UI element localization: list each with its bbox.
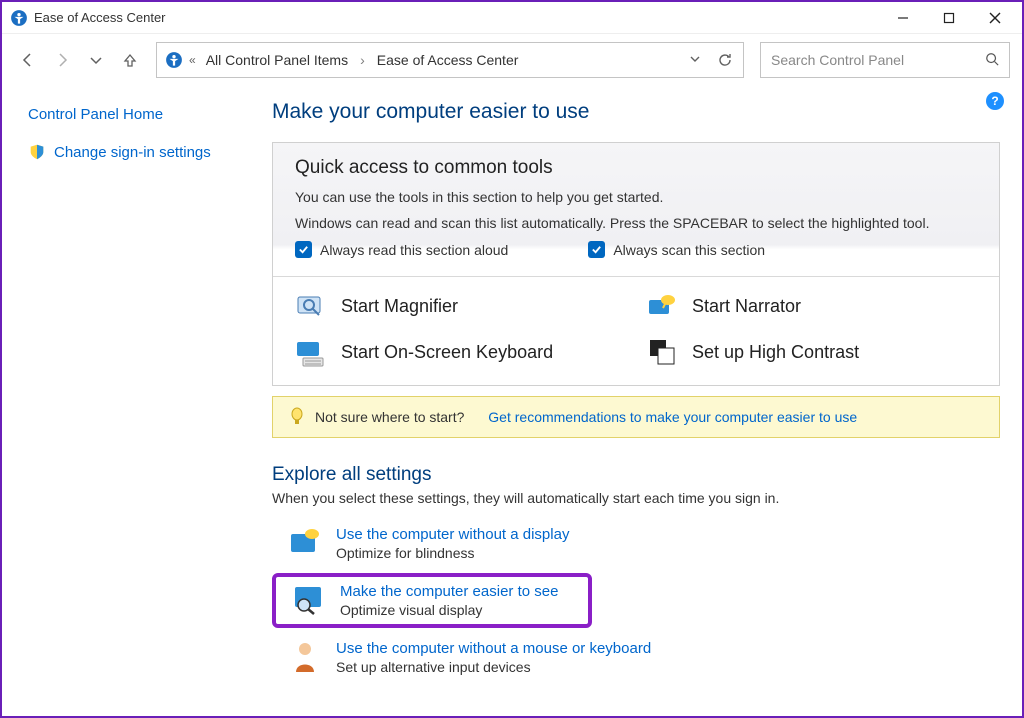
breadcrumb-overflow[interactable]: «: [189, 53, 196, 67]
setting-item-no-display[interactable]: Use the computer without a display Optim…: [272, 520, 1000, 567]
search-placeholder: Search Control Panel: [771, 52, 985, 68]
shield-icon: [28, 143, 46, 161]
setting-desc: Set up alternative input devices: [336, 659, 651, 675]
up-button[interactable]: [116, 46, 144, 74]
minimize-button[interactable]: [880, 3, 926, 33]
magnifier-icon: [295, 291, 327, 321]
setting-item-no-mouse-keyboard[interactable]: Use the computer without a mouse or keyb…: [272, 634, 1000, 681]
checkbox-scan-section-label: Always scan this section: [613, 242, 765, 258]
address-bar[interactable]: « All Control Panel Items › Ease of Acce…: [156, 42, 744, 78]
checkbox-read-aloud-label: Always read this section aloud: [320, 242, 508, 258]
monitor-magnifier-icon: [292, 583, 326, 615]
monitor-speech-icon: [288, 526, 322, 558]
setting-item-easier-to-see[interactable]: Make the computer easier to see Optimize…: [272, 573, 592, 628]
setting-link[interactable]: Make the computer easier to see: [340, 583, 558, 600]
tip-prompt: Not sure where to start?: [315, 409, 464, 425]
checkbox-read-aloud[interactable]: Always read this section aloud: [295, 241, 508, 258]
maximize-button[interactable]: [926, 3, 972, 33]
forward-button[interactable]: [48, 46, 76, 74]
search-input[interactable]: Search Control Panel: [760, 42, 1010, 78]
location-icon: [165, 51, 183, 69]
tool-narrator-label: Start Narrator: [692, 296, 801, 317]
setting-desc: Optimize for blindness: [336, 545, 569, 561]
breadcrumb-item-current[interactable]: Ease of Access Center: [373, 50, 523, 70]
tool-high-contrast-label: Set up High Contrast: [692, 342, 859, 363]
quick-access-desc1: You can use the tools in this section to…: [295, 189, 977, 205]
tool-magnifier-label: Start Magnifier: [341, 296, 458, 317]
breadcrumb-separator: ›: [360, 52, 365, 68]
keyboard-icon: [295, 337, 327, 367]
search-icon: [985, 52, 999, 69]
explore-heading: Explore all settings: [272, 464, 1000, 486]
address-dropdown[interactable]: [689, 52, 701, 68]
narrator-icon: [646, 291, 678, 321]
high-contrast-icon: [646, 337, 678, 367]
page-heading: Make your computer easier to use: [272, 100, 1000, 124]
person-icon: [288, 640, 322, 672]
checkbox-scan-section[interactable]: Always scan this section: [588, 241, 765, 258]
explore-subheading: When you select these settings, they wil…: [272, 490, 1000, 506]
tool-narrator[interactable]: Start Narrator: [646, 291, 977, 321]
quick-access-desc2: Windows can read and scan this list auto…: [295, 215, 977, 231]
close-button[interactable]: [972, 3, 1018, 33]
recent-dropdown[interactable]: [82, 46, 110, 74]
tool-magnifier[interactable]: Start Magnifier: [295, 291, 626, 321]
setting-link[interactable]: Use the computer without a mouse or keyb…: [336, 640, 651, 657]
help-button[interactable]: ?: [986, 92, 1004, 110]
refresh-button[interactable]: [715, 50, 735, 70]
main-content: ? Make your computer easier to use Quick…: [272, 86, 1022, 716]
titlebar: Ease of Access Center: [2, 2, 1022, 34]
lightbulb-icon: [289, 407, 305, 427]
window-title: Ease of Access Center: [34, 10, 880, 25]
back-button[interactable]: [14, 46, 42, 74]
app-icon: [10, 9, 28, 27]
recommendation-bar: Not sure where to start? Get recommendat…: [272, 396, 1000, 438]
toolbar: « All Control Panel Items › Ease of Acce…: [2, 34, 1022, 86]
tool-high-contrast[interactable]: Set up High Contrast: [646, 337, 977, 367]
setting-desc: Optimize visual display: [340, 602, 558, 618]
sidebar: Control Panel Home Change sign-in settin…: [2, 86, 272, 716]
tool-osk-label: Start On-Screen Keyboard: [341, 342, 553, 363]
sidebar-link-signin[interactable]: Change sign-in settings: [54, 144, 211, 161]
tip-link[interactable]: Get recommendations to make your compute…: [488, 409, 857, 425]
setting-link[interactable]: Use the computer without a display: [336, 526, 569, 543]
tool-osk[interactable]: Start On-Screen Keyboard: [295, 337, 626, 367]
breadcrumb-item-parent[interactable]: All Control Panel Items: [202, 50, 352, 70]
sidebar-link-home[interactable]: Control Panel Home: [28, 106, 262, 123]
quick-access-panel: Quick access to common tools You can use…: [272, 142, 1000, 386]
quick-access-title: Quick access to common tools: [295, 157, 977, 179]
